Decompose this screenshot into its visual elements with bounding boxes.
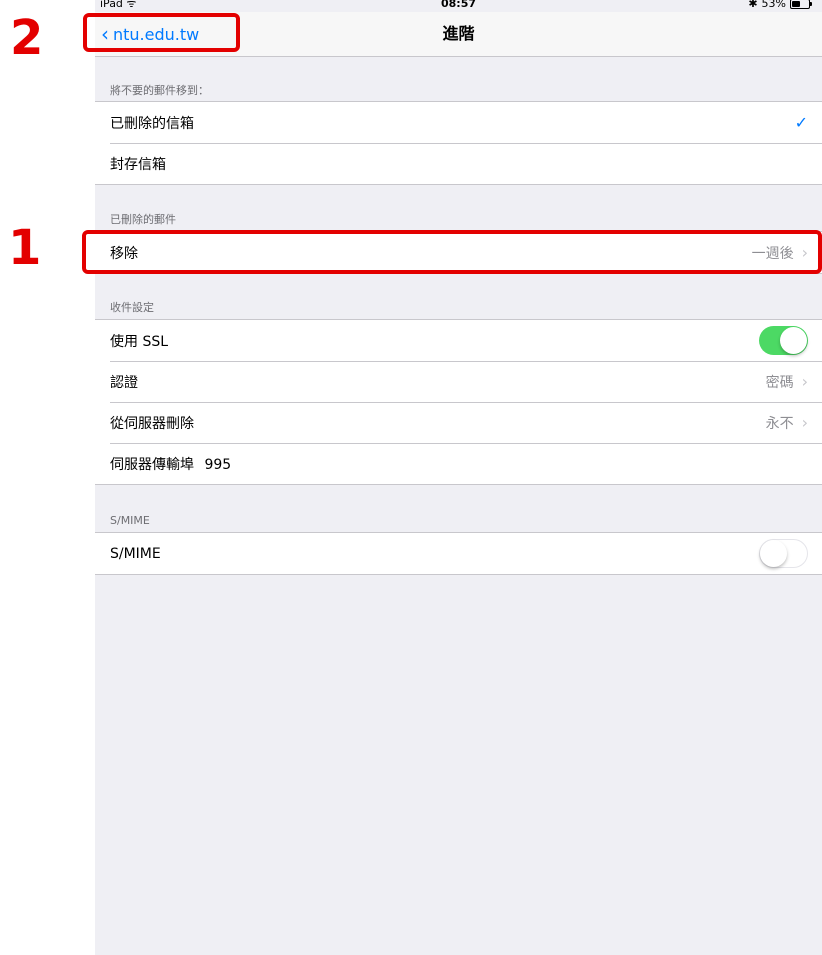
battery-icon <box>790 0 812 9</box>
auth-label: 認證 <box>110 374 138 391</box>
annotation-marker-1: 1 <box>8 220 42 276</box>
checkmark-icon: ✓ <box>794 113 808 132</box>
annotation-box-back-button <box>83 13 240 52</box>
row-archive-mailbox[interactable]: 封存信箱 <box>95 143 822 184</box>
smime-toggle[interactable] <box>759 539 808 568</box>
delete-server-label: 從伺服器刪除 <box>110 415 194 432</box>
row-delete-from-server[interactable]: 從伺服器刪除 永不 › <box>95 402 822 443</box>
section-header-deleted-messages: 已刪除的郵件 <box>110 213 176 226</box>
ssl-label: 使用 SSL <box>110 333 169 350</box>
archive-mailbox-label: 封存信箱 <box>110 156 166 173</box>
port-input[interactable]: 995 <box>204 457 231 473</box>
deleted-mailbox-label: 已刪除的信箱 <box>110 115 194 132</box>
chevron-right-icon: › <box>801 413 808 432</box>
row-use-ssl: 使用 SSL <box>95 320 822 361</box>
bluetooth-icon: ✱ <box>748 0 758 10</box>
ssl-toggle[interactable] <box>759 326 808 355</box>
server-port-field: 伺服器傳輸埠 995 <box>110 454 231 474</box>
annotation-marker-2: 2 <box>10 10 44 66</box>
battery-fill <box>792 1 800 7</box>
auth-value: 密碼 <box>765 374 794 391</box>
group-move-discarded: 已刪除的信箱 ✓ 封存信箱 <box>95 101 822 185</box>
chevron-right-icon: › <box>801 372 808 391</box>
row-smime: S/MIME <box>95 533 822 574</box>
battery-percent: 53% <box>761 0 786 10</box>
smime-label: S/MIME <box>110 545 161 562</box>
annotation-box-remove-row <box>82 230 822 274</box>
row-server-port: 伺服器傳輸埠 995 <box>95 443 822 484</box>
status-right: ✱ 53% <box>748 0 812 10</box>
status-bar: iPad ᯤ 08:57 ✱ 53% <box>95 0 822 12</box>
row-authentication[interactable]: 認證 密碼 › <box>95 361 822 402</box>
delete-server-value: 永不 <box>765 415 794 432</box>
group-incoming: 使用 SSL 認證 密碼 › 從伺服器刪除 永不 › 伺服器傳輸埠 995 <box>95 319 822 485</box>
group-smime: S/MIME <box>95 532 822 575</box>
toggle-knob <box>760 540 787 567</box>
section-header-incoming: 收件設定 <box>110 301 154 314</box>
port-label: 伺服器傳輸埠 <box>110 456 194 473</box>
toggle-knob <box>780 327 807 354</box>
ipad-screen: iPad ᯤ 08:57 ✱ 53% ‹ ntu.edu.tw 進階 將不要的郵… <box>95 0 822 955</box>
row-deleted-mailbox[interactable]: 已刪除的信箱 ✓ <box>95 102 822 143</box>
section-header-move-discarded: 將不要的郵件移到： <box>110 84 209 97</box>
section-header-smime: S/MIME <box>110 514 150 527</box>
status-time: 08:57 <box>440 0 476 10</box>
